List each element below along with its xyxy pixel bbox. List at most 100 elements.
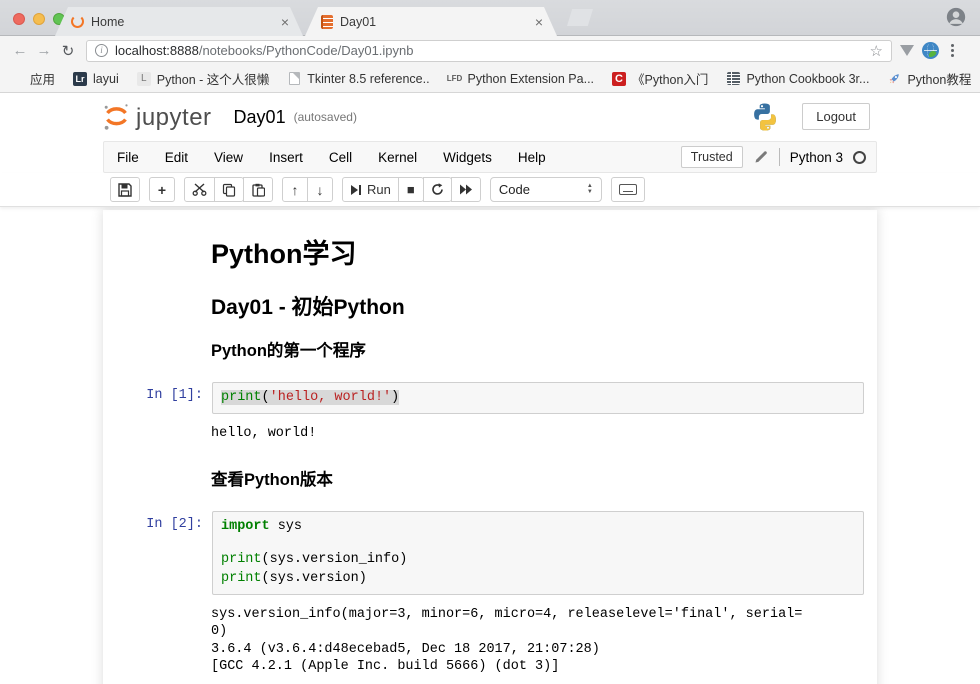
bookmark-star-icon[interactable]: ☆: [870, 42, 883, 60]
url-path: /notebooks/PythonCode/Day01.ipynb: [199, 43, 414, 58]
menu-edit[interactable]: Edit: [152, 150, 201, 165]
close-window-button[interactable]: [13, 13, 25, 25]
move-cell-up-button[interactable]: ↑: [282, 177, 308, 202]
heading-python-study: Python学习: [211, 232, 867, 271]
restart-icon: [431, 183, 444, 196]
code-cell-1[interactable]: In [1]: print('hello, world!'): [111, 379, 867, 417]
copy-cell-button[interactable]: [214, 177, 244, 202]
back-icon[interactable]: ←: [8, 42, 32, 59]
output-line: 3.6.4 (v3.6.4:d48ecebad5, Dec 18 2017, 2…: [211, 641, 865, 659]
bookmark-label: Python - 这个人很懒: [157, 69, 270, 88]
notebook-container: Python学习 Day01 - 初始Python Python的第一个程序 I…: [103, 210, 877, 684]
notebook-area: Python学习 Day01 - 初始Python Python的第一个程序 I…: [0, 207, 980, 684]
bookmark-layui[interactable]: Lr layui: [73, 72, 119, 86]
input-prompt: In [1]:: [114, 382, 212, 414]
tab-home[interactable]: Home ×: [55, 7, 303, 36]
menu-widgets[interactable]: Widgets: [430, 150, 505, 165]
bookmark-python-blog[interactable]: L Python - 这个人很懒: [137, 69, 270, 88]
cut-cell-button[interactable]: [184, 177, 215, 202]
profile-avatar-icon[interactable]: [945, 6, 967, 28]
command-palette-button[interactable]: [611, 177, 645, 202]
heading-check-version: 查看Python版本: [211, 466, 867, 490]
kernel-name: Python 3: [790, 150, 843, 165]
notebook-title[interactable]: Day01: [234, 107, 286, 128]
menu-file[interactable]: File: [104, 150, 152, 165]
menu-kernel[interactable]: Kernel: [365, 150, 430, 165]
bookmark-python-tutorial[interactable]: Python教程: [887, 69, 971, 88]
save-button[interactable]: [110, 177, 140, 202]
jupyter-header: jupyter Day01 (autosaved) Logout: [0, 93, 980, 141]
lfd-icon: LFD: [448, 72, 462, 86]
move-cell-down-button[interactable]: ↓: [307, 177, 333, 202]
run-icon: [350, 184, 362, 196]
window-controls: [13, 13, 65, 25]
markdown-cell-version[interactable]: 查看Python版本: [111, 466, 867, 490]
autosave-status: (autosaved): [294, 110, 357, 124]
stop-icon: ■: [407, 182, 415, 197]
bookmark-python-extension[interactable]: LFD Python Extension Pa...: [448, 72, 594, 86]
tab-title: Home: [91, 15, 256, 29]
page-info-icon[interactable]: i: [95, 44, 108, 57]
paste-icon: [251, 183, 265, 197]
apps-grid-icon: [10, 72, 24, 86]
forward-icon[interactable]: →: [32, 42, 56, 59]
menu-cell[interactable]: Cell: [316, 150, 365, 165]
tab-day01[interactable]: Day01 ×: [305, 7, 557, 36]
output-cell-2: sys.version_info(major=3, minor=6, micro…: [111, 598, 867, 678]
notebook-toolbar: + ↑ ↓: [0, 173, 980, 207]
menu-row: File Edit View Insert Cell Kernel Widget…: [0, 141, 980, 173]
menu-insert[interactable]: Insert: [256, 150, 316, 165]
menu-help[interactable]: Help: [505, 150, 559, 165]
interrupt-kernel-button[interactable]: ■: [398, 177, 424, 202]
bookmark-tkinter[interactable]: Tkinter 8.5 reference..: [287, 72, 429, 86]
code-cell-2[interactable]: In [2]: import sys print(sys.version_inf…: [111, 508, 867, 598]
jupyter-logo-icon: [103, 102, 130, 132]
fast-forward-icon: [459, 184, 473, 195]
bookmark-label: Python Extension Pa...: [468, 72, 594, 86]
jupyter-logo[interactable]: jupyter: [103, 102, 212, 132]
logout-button[interactable]: Logout: [802, 103, 870, 130]
extension-v-icon[interactable]: [900, 45, 914, 56]
divider: [779, 148, 780, 166]
trusted-button[interactable]: Trusted: [681, 146, 743, 168]
chrome-menu-icon[interactable]: [951, 44, 954, 57]
menu-view[interactable]: View: [201, 150, 256, 165]
markdown-cell-title[interactable]: Python学习: [111, 232, 867, 271]
output-line: 0): [211, 623, 865, 641]
bookmark-apps[interactable]: 应用: [10, 69, 55, 88]
code-input[interactable]: import sys print(sys.version_info) print…: [212, 511, 864, 595]
address-bar[interactable]: i localhost:8888/notebooks/PythonCode/Da…: [86, 40, 892, 62]
bookmark-label: 《Python入门: [632, 69, 708, 88]
bookmark-python-intro[interactable]: C 《Python入门: [612, 69, 708, 88]
python-logo-icon: [750, 102, 780, 132]
bookmarks-bar: 应用 Lr layui L Python - 这个人很懒 Tkinter 8.5…: [0, 65, 980, 93]
kernel-idle-indicator-icon: [853, 151, 866, 164]
bookmark-label: Tkinter 8.5 reference..: [307, 72, 429, 86]
minimize-window-button[interactable]: [33, 13, 45, 25]
code-input[interactable]: print('hello, world!'): [212, 382, 864, 414]
restart-kernel-button[interactable]: [423, 177, 452, 202]
close-tab-icon[interactable]: ×: [535, 15, 543, 29]
new-tab-button[interactable]: [567, 9, 593, 26]
tab-title: Day01: [340, 15, 510, 29]
refresh-icon[interactable]: ↻: [56, 42, 80, 60]
copy-icon: [222, 183, 236, 197]
paste-cell-button[interactable]: [243, 177, 273, 202]
edit-pencil-icon: [753, 149, 769, 165]
jupyter-logo-word: jupyter: [136, 104, 212, 132]
bookmark-python-cookbook[interactable]: Python Cookbook 3r...: [726, 72, 869, 86]
cell-type-dropdown[interactable]: Code ▲▼: [490, 177, 602, 202]
url-host: localhost:8888: [115, 43, 199, 58]
page-icon: [289, 72, 300, 85]
add-cell-button[interactable]: +: [149, 177, 175, 202]
run-cell-button[interactable]: Run: [342, 177, 399, 202]
output-text: hello, world!: [211, 423, 865, 443]
restart-run-all-button[interactable]: [451, 177, 481, 202]
markdown-cell-first-program[interactable]: Python的第一个程序: [111, 337, 867, 361]
extension-globe-icon[interactable]: [922, 42, 939, 59]
scissors-icon: [192, 183, 207, 196]
markdown-cell-day01[interactable]: Day01 - 初始Python: [111, 291, 867, 321]
red-c-icon: C: [612, 72, 626, 86]
letter-l-icon: L: [137, 72, 151, 86]
close-tab-icon[interactable]: ×: [281, 15, 289, 29]
